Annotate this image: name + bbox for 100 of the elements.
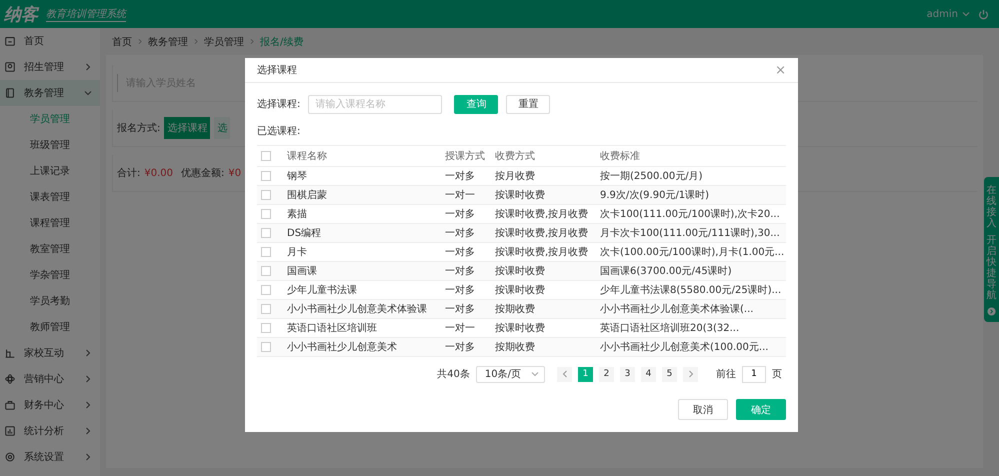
checkbox[interactable] [261,246,271,257]
table-cell: 按期收费 [491,300,596,318]
goto-label: 前往 [716,368,736,381]
separator-icon [249,38,255,45]
sidebar-subitem[interactable]: 学员考勤 [30,294,70,308]
cancel-button[interactable]: 取消 [678,399,728,420]
table-cell: 按期收费 [491,338,596,356]
course-search-field[interactable]: 请输入课程名称 [308,94,442,114]
caret-icon [531,370,539,378]
sidebar-subitem[interactable]: 学杂管理 [30,268,70,282]
checkbox[interactable] [261,322,271,333]
column-header: 课程名称 [283,146,441,166]
table-cell: 9.9次/次(9.90元/1课时) [596,186,786,204]
page-size-select[interactable]: 10条/页 [476,366,545,382]
table-cell: 国画课6(3700.00元/45课时) [596,262,786,280]
page-button[interactable]: 1 [578,366,593,382]
power-icon[interactable] [978,8,989,20]
table-cell: 一对多 [441,262,491,280]
chevron-right-icon [84,375,92,383]
page-input[interactable]: 1 [742,366,766,382]
table-cell: 国画课 [283,262,441,280]
page-button[interactable]: 4 [641,366,656,382]
chevron-right-icon [84,427,92,435]
page-button[interactable]: 5 [662,366,677,382]
table-cell: 月卡次卡100(111.00元/111课时),30... [596,224,786,242]
prev-page-button[interactable] [557,366,572,382]
separator-icon [193,38,199,45]
close-button[interactable]: × [775,62,786,78]
tagline: 教育培训管理系统 [46,6,126,22]
checkbox[interactable] [261,150,271,161]
total-value: ¥0.00 [144,168,174,178]
section-label: 已选课程: [257,124,302,139]
sidebar-subitem[interactable]: 课程管理 [30,216,70,230]
checkbox[interactable] [261,228,271,238]
briefcase-icon [4,399,16,411]
sidebar-item[interactable]: 招生管理 [0,54,100,80]
sidebar-subitem[interactable]: 教师管理 [30,320,70,334]
table-cell: 围棋启蒙 [283,186,441,204]
table-cell: 小小书画社少儿创意美术体验课(... [596,300,786,318]
column-header: 收费标准 [596,146,786,166]
confirm-button[interactable]: 确定 [736,399,786,420]
breadcrumb-link[interactable]: 首页 [112,34,132,48]
total-label: 合计: [117,166,140,180]
sidebar-subitem[interactable]: 学员管理 [30,112,70,126]
total-value: ¥0 [228,168,242,178]
sidebar-subitem[interactable]: 课表管理 [30,190,70,204]
breadcrumb-link[interactable]: 学员管理 [204,34,244,48]
chevron-down-icon [84,89,92,97]
checkbox[interactable] [261,342,271,352]
table-cell: 按课时收费 [491,262,596,280]
logo: 纳客 [4,4,38,26]
sidebar-item[interactable]: 教务管理 [0,80,100,106]
checkbox[interactable] [261,170,271,181]
checkbox[interactable] [261,208,271,219]
field-label: 选择课程: [257,98,300,111]
table-cell: 一对一 [441,186,491,204]
sidebar-item[interactable]: 系统设置 [0,444,100,470]
chevron-right-icon [84,401,92,409]
dialog-title: 选择课程 [257,64,297,77]
bar-chart-icon [4,425,16,437]
table-cell: 一对多 [441,338,491,356]
page-button[interactable]: 2 [599,366,614,382]
query-button[interactable]: 查询 [454,94,498,114]
field-label: 报名方式: [117,122,160,135]
sidebar-item[interactable]: 首页 [0,28,100,54]
table-cell: 小小书画社少儿创意美术 [283,338,441,356]
arrow-icon [987,307,996,316]
separator-icon [137,38,143,45]
checkbox[interactable] [261,284,271,295]
next-page-button[interactable] [683,366,698,382]
table-cell: 小小书画社少儿创意美术(100.00元... [596,338,786,356]
chevron-left-icon [560,370,568,378]
select-button[interactable]: 选择课程 [164,117,210,139]
column-header: 收费方式 [491,146,596,166]
checkbox[interactable] [261,304,271,314]
checkbox[interactable] [261,266,271,276]
page-button[interactable]: 3 [620,366,635,382]
table-cell: 一对多 [441,300,491,318]
sidebar-item[interactable]: 财务中心 [0,392,100,418]
sidebar-subitem[interactable]: 班级管理 [30,138,70,152]
reset-button[interactable]: 重置 [506,94,550,114]
chevron-right-icon [84,349,92,357]
sidebar-item[interactable]: 统计分析 [0,418,100,444]
sidebar-item[interactable]: 家校互动 [0,340,100,366]
column-header: 授课方式 [441,146,491,166]
sidebar-subitem[interactable]: 教室管理 [30,242,70,256]
checkbox[interactable] [261,190,271,200]
table-cell: 按课时收费,按月收费 [491,224,596,242]
sidebar-subitem[interactable]: 上课记录 [30,164,70,178]
chevron-right-icon [84,63,92,71]
table-cell: 小小书画社少儿创意美术体验课 [283,300,441,318]
table-cell: 按课时收费 [491,186,596,204]
total-count: 共40条 [437,368,470,381]
atom-icon [4,373,16,385]
chevron-right-icon [686,370,694,378]
breadcrumb-link[interactable]: 教务管理 [148,34,188,48]
sidebar-item[interactable]: 营销中心 [0,366,100,392]
chevron-right-icon [84,453,92,461]
caret-icon[interactable] [962,10,970,18]
monitor-icon [4,35,16,47]
